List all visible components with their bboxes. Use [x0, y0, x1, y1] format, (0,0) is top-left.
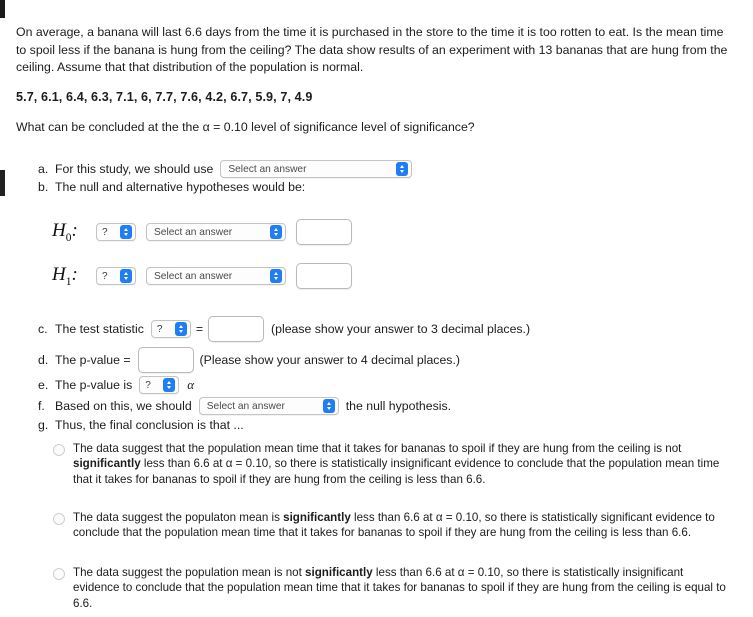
null-hypothesis-parameter-value: Select an answer — [154, 226, 233, 238]
test-statistic-note: (please show your answer to 3 decimal pl… — [271, 322, 531, 336]
alpha-symbol: α — [187, 377, 195, 392]
part-g-letter: g. — [38, 418, 49, 432]
conclusion-option-1-text: The data suggest that the population mea… — [73, 442, 720, 486]
problem-intro-text: On average, a banana will last 6.6 days … — [16, 25, 728, 75]
conclusion-option-3[interactable]: The data suggest the population mean is … — [53, 565, 729, 611]
part-f-row: f. Based on this, we should Select an an… — [38, 397, 451, 415]
alternative-hypothesis-row: H1: ? Select an answer — [52, 263, 352, 289]
chevron-updown-icon — [174, 322, 187, 336]
test-statistic-equals-sign: = — [195, 322, 204, 336]
alternative-hypothesis-parameter-select[interactable]: Select an answer — [146, 267, 286, 285]
part-b-row: b. The null and alternative hypotheses w… — [38, 180, 305, 194]
part-c-row: c. The test statistic ? = (please show y… — [38, 316, 530, 342]
significance-question-text: What can be concluded at the the α = 0.1… — [16, 120, 475, 134]
sample-data-values: 5.7, 6.1, 6.4, 6.3, 7.1, 6, 7.7, 7.6, 4.… — [16, 90, 313, 104]
null-hypothesis-row: H0: ? Select an answer — [52, 219, 352, 245]
p-value-comparator-value: ? — [145, 379, 151, 391]
part-d-row: d. The p-value = (Please show your answe… — [38, 347, 460, 373]
conclusion-option-2-text: The data suggest the populaton mean is s… — [73, 511, 715, 540]
radio-button-icon[interactable] — [53, 513, 65, 525]
part-f-letter: f. — [38, 399, 45, 413]
part-b-label: The null and alternative hypotheses woul… — [55, 180, 306, 194]
chevron-updown-icon — [270, 269, 282, 283]
test-statistic-input[interactable] — [208, 316, 265, 342]
part-c-letter: c. — [38, 322, 48, 336]
part-a-label: For this study, we should use — [55, 162, 214, 176]
null-hypothesis-comparator-value: ? — [102, 226, 108, 238]
p-value-comparator-select[interactable]: ? — [139, 376, 180, 394]
homework-question-page: On average, a banana will last 6.6 days … — [0, 0, 753, 617]
decision-text-suffix: the null hypothesis. — [345, 399, 452, 413]
chevron-updown-icon — [120, 225, 132, 239]
part-c-label: The test statistic — [55, 322, 144, 336]
decision-select-value: Select an answer — [206, 400, 285, 412]
alternative-hypothesis-comparator-select[interactable]: ? — [96, 267, 136, 285]
p-value-input[interactable] — [137, 347, 194, 373]
part-a-row: a. For this study, we should use Select … — [38, 160, 413, 178]
part-e-row: e. The p-value is ? α — [38, 376, 194, 394]
null-hypothesis-comparator-select[interactable]: ? — [96, 223, 136, 241]
null-hypothesis-value-input[interactable] — [296, 219, 352, 245]
radio-button-icon[interactable] — [53, 568, 65, 580]
test-statistic-type-value: ? — [156, 323, 163, 335]
part-d-letter: d. — [38, 353, 49, 367]
study-type-select[interactable]: Select an answer — [220, 160, 413, 178]
conclusion-option-2[interactable]: The data suggest the populaton mean is s… — [53, 510, 729, 541]
conclusion-option-3-text: The data suggest the population mean is … — [73, 566, 726, 610]
alternative-hypothesis-value-input[interactable] — [296, 263, 352, 289]
chevron-updown-icon — [396, 162, 409, 176]
alternative-hypothesis-parameter-value: Select an answer — [154, 270, 233, 282]
study-type-select-value: Select an answer — [228, 163, 307, 175]
chevron-updown-icon — [270, 225, 282, 239]
alternative-hypothesis-comparator-value: ? — [102, 270, 108, 282]
p-value-note: (Please show your answer to 4 decimal pl… — [199, 353, 460, 367]
null-hypothesis-parameter-select[interactable]: Select an answer — [146, 223, 286, 241]
chevron-updown-icon — [322, 399, 335, 413]
part-b-letter: b. — [38, 180, 49, 194]
part-f-label: Based on this, we should — [55, 399, 192, 413]
part-g-label: Thus, the final conclusion is that ... — [55, 418, 244, 432]
radio-button-icon[interactable] — [53, 444, 65, 456]
part-a-letter: a. — [38, 162, 49, 176]
alternative-hypothesis-label: H1: — [52, 264, 78, 288]
part-g-row: g. Thus, the final conclusion is that ..… — [38, 418, 244, 432]
conclusion-option-1[interactable]: The data suggest that the population mea… — [53, 441, 729, 487]
null-hypothesis-label: H0: — [52, 220, 78, 244]
chevron-updown-icon — [120, 269, 132, 283]
decision-select[interactable]: Select an answer — [198, 397, 339, 415]
part-e-label: The p-value is — [55, 378, 133, 392]
chevron-updown-icon — [163, 378, 176, 392]
part-e-letter: e. — [38, 378, 49, 392]
test-statistic-type-select[interactable]: ? — [150, 320, 191, 338]
part-d-label: The p-value = — [55, 353, 131, 367]
